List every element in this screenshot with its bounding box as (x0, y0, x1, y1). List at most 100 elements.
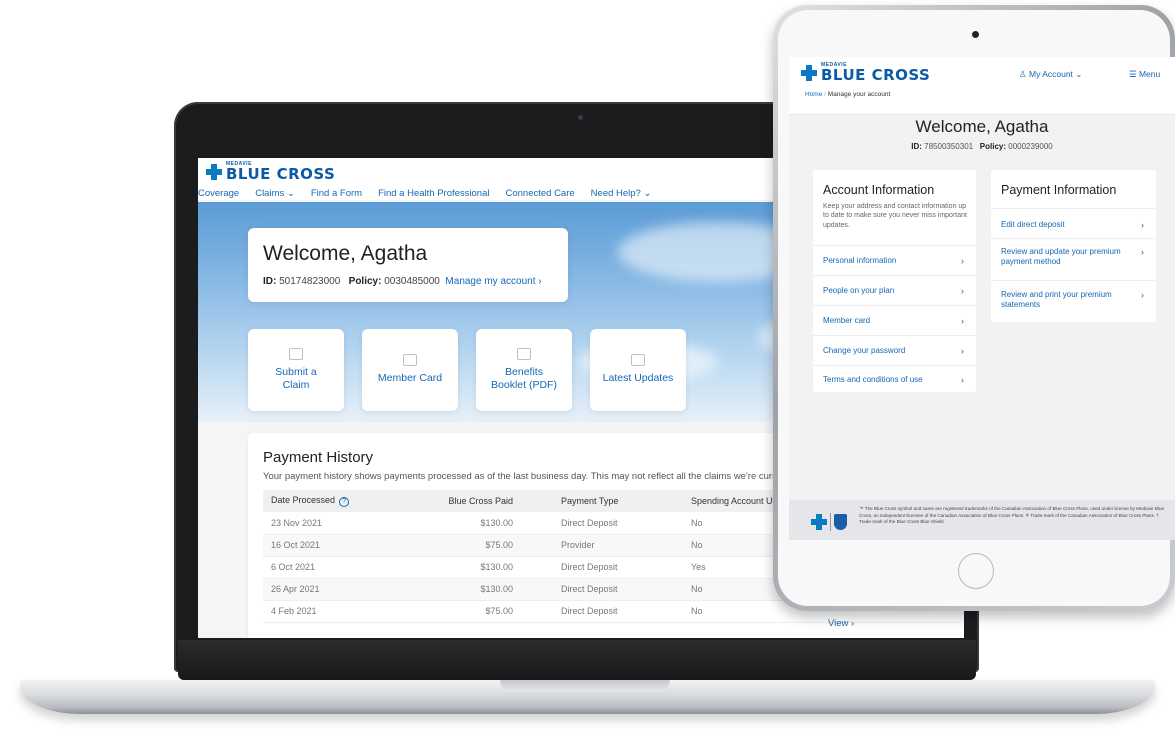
cell-type: Direct Deposit (553, 512, 683, 535)
menu-terms-conditions[interactable]: Terms and conditions of use › (813, 365, 976, 392)
cell-paid: $75.00 (413, 534, 553, 557)
laptop-chin (178, 640, 976, 680)
chevron-right-icon: › (961, 346, 964, 356)
cell-paid: $75.00 (413, 600, 553, 623)
id-label: ID: (911, 142, 922, 151)
tile-latest-updates[interactable]: Latest Updates (590, 329, 686, 411)
member-ids: ID: 50174823000 Policy: 0030485000 Manag… (263, 276, 542, 287)
blue-shield-icon (834, 514, 847, 530)
menu-people-on-your-plan[interactable]: People on your plan › (813, 275, 976, 305)
account-information-title: Account Information (823, 183, 935, 197)
chevron-right-icon: › (961, 375, 964, 385)
tablet-welcome-title: Welcome, Agatha (915, 117, 1049, 136)
cell-date: 26 Apr 2021 (263, 578, 413, 601)
chevron-right-icon: › (961, 256, 964, 266)
cell-paid: $130.00 (413, 512, 553, 535)
breadcrumb-home[interactable]: Home (805, 91, 822, 98)
tile-label: Member Card (377, 372, 443, 385)
menu-personal-information[interactable]: Personal information › (813, 245, 976, 275)
nav-find-form[interactable]: Find a Form (311, 188, 362, 202)
tile-submit-claim[interactable]: Submit a Claim (248, 329, 344, 411)
id-value: 78500350301 (924, 142, 974, 151)
menu-edit-direct-deposit[interactable]: Edit direct deposit › (991, 208, 1156, 238)
payment-history-description: Your payment history shows payments proc… (263, 471, 776, 482)
cell-paid: $130.00 (413, 578, 553, 601)
cell-date: 4 Feb 2021 (263, 600, 413, 623)
cell-type: Direct Deposit (553, 600, 683, 623)
cell-type: Direct Deposit (553, 578, 683, 601)
pdf-icon (517, 347, 531, 360)
tablet-footer: ™ The Blue Cross symbol and name are reg… (789, 500, 1175, 540)
policy-value: 0030485000 (384, 276, 440, 287)
main-nav: Coverage Claims ⌄ Find a Form Find a Hea… (198, 188, 651, 202)
help-icon[interactable]: ? (339, 497, 350, 507)
cell-type: Direct Deposit (553, 556, 683, 579)
tile-label: Submit a Claim (275, 365, 317, 391)
chevron-right-icon: › (1141, 247, 1144, 257)
tile-benefits-booklet[interactable]: Benefits Booklet (PDF) (476, 329, 572, 411)
brand-name: BLUE CROSS (821, 66, 931, 84)
tile-label: Benefits Booklet (PDF) (491, 365, 557, 391)
payment-history-title: Payment History (263, 449, 374, 466)
policy-value: 0000239000 (1008, 142, 1053, 151)
chevron-right-icon: › (961, 286, 964, 296)
welcome-title: Welcome, Agatha (263, 242, 428, 265)
chevron-right-icon: › (1141, 220, 1144, 230)
tablet-header: MEDAVIE BLUE CROSS ♙ My Account ⌄ ☰ Menu… (789, 57, 1175, 115)
member-card-icon (403, 354, 417, 367)
welcome-card: Welcome, Agatha ID: 50174823000 Policy: … (248, 228, 568, 302)
tablet-screen: MEDAVIE BLUE CROSS ♙ My Account ⌄ ☰ Menu… (789, 57, 1175, 540)
account-information-card: Account Information Keep your address an… (813, 170, 976, 392)
cell-paid: $130.00 (413, 556, 553, 579)
brand-logo[interactable]: MEDAVIE BLUE CROSS (801, 63, 930, 83)
policy-label: Policy: (348, 276, 382, 287)
cell-date: 16 Oct 2021 (263, 534, 413, 557)
tablet-home-button[interactable] (958, 553, 994, 589)
tile-member-card[interactable]: Member Card (362, 329, 458, 411)
view-link[interactable]: View › (828, 618, 854, 629)
manage-account-link[interactable]: Manage my account › (445, 276, 541, 287)
footer-legal-text: ™ The Blue Cross symbol and name are reg… (859, 506, 1165, 525)
payment-information-title: Payment Information (1001, 183, 1117, 197)
nav-find-health-professional[interactable]: Find a Health Professional (378, 188, 489, 202)
device-mockup: MEDAVIE BLUE CROSS Coverage Claims ⌄ Fin… (0, 0, 1175, 735)
breadcrumb-current: Manage your account (827, 91, 891, 98)
updates-icon (631, 354, 645, 367)
brand-logo[interactable]: MEDAVIE BLUE CROSS (206, 162, 335, 182)
nav-coverage[interactable]: Coverage (198, 188, 239, 202)
breadcrumb: Home / Manage your account (805, 91, 891, 98)
blue-cross-icon (811, 514, 827, 530)
cell-date: 23 Nov 2021 (263, 512, 413, 535)
chevron-right-icon: › (1141, 290, 1144, 300)
id-value: 50174823000 (279, 276, 341, 287)
submit-claim-icon (289, 347, 303, 360)
col-blue-cross-paid[interactable]: Blue Cross Paid (413, 490, 553, 512)
menu-member-card[interactable]: Member card › (813, 305, 976, 335)
blue-cross-icon (801, 65, 817, 81)
tile-label: Latest Updates (602, 372, 674, 385)
menu-change-password[interactable]: Change your password › (813, 335, 976, 365)
brand-name: BLUE CROSS (226, 165, 336, 183)
laptop-camera (578, 115, 583, 120)
account-information-subtitle: Keep your address and contact informatio… (823, 203, 967, 229)
nav-connected-care[interactable]: Connected Care (505, 188, 574, 202)
col-date-processed[interactable]: Date Processed? (263, 490, 413, 512)
policy-label: Policy: (979, 142, 1007, 151)
chevron-right-icon: › (961, 316, 964, 326)
nav-need-help[interactable]: Need Help? ⌄ (591, 188, 652, 202)
cell-date: 6 Oct 2021 (263, 556, 413, 579)
tablet-camera (972, 31, 979, 38)
nav-claims[interactable]: Claims ⌄ (255, 188, 295, 202)
user-icon: ♙ (1019, 69, 1029, 79)
my-account-menu[interactable]: ♙ My Account ⌄ (1019, 69, 1082, 80)
menu-print-premium-statements[interactable]: Review and print your premium statements… (991, 280, 1156, 322)
cell-type: Provider (553, 534, 683, 557)
col-payment-type[interactable]: Payment Type (553, 490, 683, 512)
quick-tiles: Submit a Claim Member Card Benefits Book… (248, 329, 686, 411)
laptop-notch (500, 680, 670, 692)
footer-divider (830, 513, 831, 531)
blue-cross-icon (206, 164, 222, 180)
id-label: ID: (263, 276, 277, 287)
menu-button[interactable]: ☰ Menu (1129, 69, 1160, 80)
menu-update-premium-payment[interactable]: Review and update your premium payment m… (991, 238, 1156, 280)
